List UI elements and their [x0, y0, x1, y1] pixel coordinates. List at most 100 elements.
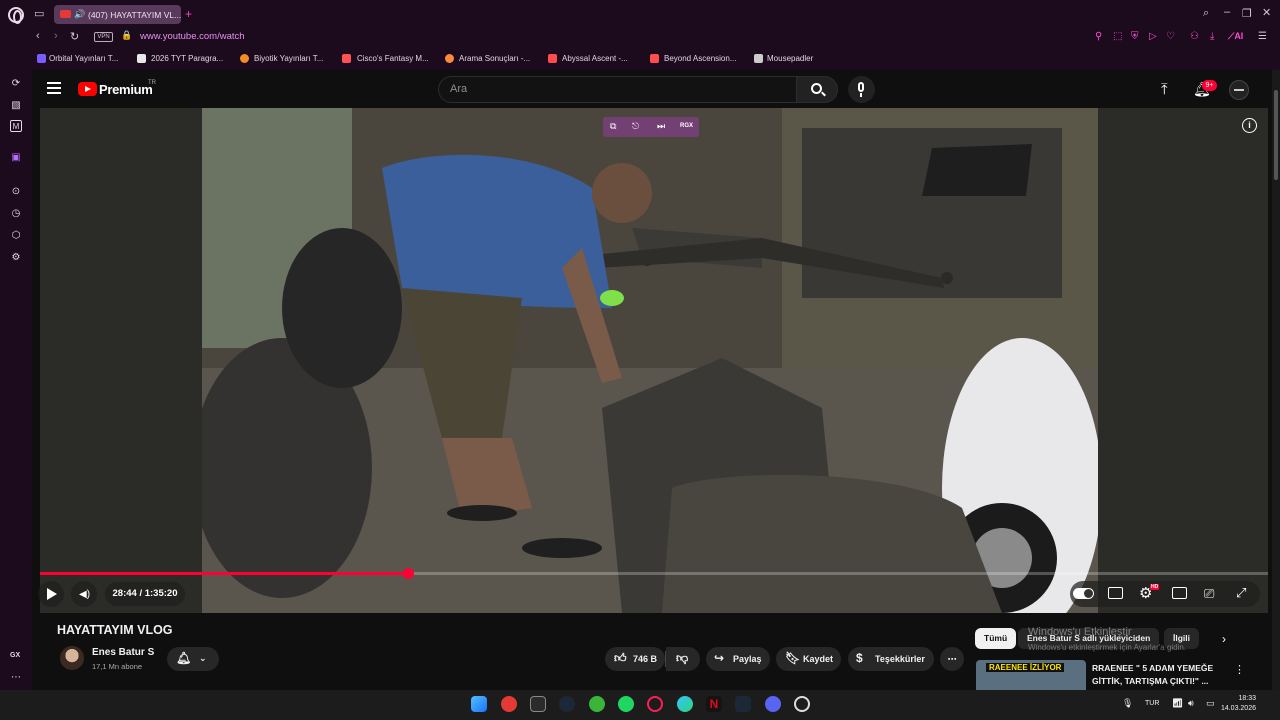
- pin-icon[interactable]: ⚲: [1095, 31, 1102, 42]
- maximize-button[interactable]: ❐: [1242, 7, 1252, 20]
- save-button[interactable]: 🔖︎ Kaydet: [776, 647, 841, 671]
- player-sidebar-icon[interactable]: ⊙: [10, 186, 22, 198]
- autoplay-toggle[interactable]: [1073, 588, 1094, 599]
- opera-gx-menu-icon[interactable]: [8, 7, 24, 24]
- channel-avatar[interactable]: [60, 646, 84, 670]
- xbox-icon[interactable]: [589, 696, 605, 712]
- reload-icon[interactable]: ↻: [70, 30, 79, 43]
- bookmark-item[interactable]: Mousepadler: [767, 54, 813, 63]
- gx-control-icon[interactable]: ⟳: [10, 78, 22, 90]
- fullscreen-icon[interactable]: ⤢: [1236, 585, 1246, 601]
- bookmark-item[interactable]: Cisco's Fantasy M...: [357, 54, 429, 63]
- snapshot-icon[interactable]: ⬚: [1113, 31, 1122, 42]
- microphone-icon: [858, 82, 864, 92]
- minimize-button[interactable]: –: [1224, 6, 1230, 18]
- scrollbar-thumb[interactable]: [1274, 90, 1278, 180]
- time-display: 28:44 / 1:35:20: [105, 582, 185, 606]
- speaker-icon[interactable]: 🔊: [74, 9, 85, 20]
- vpn-badge[interactable]: VPN: [94, 32, 113, 42]
- extensions-icon[interactable]: ⬡: [10, 230, 22, 242]
- bookmark-item[interactable]: 2026 TYT Paragra...: [151, 54, 223, 63]
- app-icon-red[interactable]: [501, 696, 517, 712]
- popout-icon[interactable]: ⧉: [610, 121, 616, 132]
- back-icon[interactable]: ‹: [36, 30, 40, 42]
- bookmark-item[interactable]: Arama Sonuçları -...: [459, 54, 530, 63]
- volume-tray-icon[interactable]: 🔊︎: [1188, 698, 1194, 709]
- spotify-icon[interactable]: [618, 696, 634, 712]
- gx-label: GX: [10, 652, 21, 659]
- avatar[interactable]: [1229, 80, 1249, 100]
- new-tab-button[interactable]: +: [185, 7, 192, 21]
- forward-icon[interactable]: ›: [54, 30, 58, 42]
- next-icon[interactable]: ⏭: [657, 121, 665, 132]
- heart-icon[interactable]: ♡: [1166, 31, 1175, 42]
- share-button[interactable]: ↪ Paylaş: [706, 647, 770, 671]
- steam-app-icon[interactable]: [735, 696, 751, 712]
- more-icon[interactable]: ⋯: [10, 672, 22, 684]
- taskbar-clock[interactable]: 18:33 14.03.2026: [1221, 694, 1256, 714]
- miniplayer-icon[interactable]: [1172, 587, 1187, 599]
- twitch-icon[interactable]: ▣: [10, 152, 22, 164]
- video-frame[interactable]: [202, 108, 1098, 613]
- search-button[interactable]: [796, 76, 838, 103]
- app-icon-circle[interactable]: [794, 696, 810, 712]
- netflix-icon[interactable]: N: [706, 696, 722, 712]
- history-icon[interactable]: ◷: [10, 208, 22, 220]
- search-tabs-icon[interactable]: ⌕: [1203, 7, 1209, 20]
- messenger-icon[interactable]: M: [10, 120, 22, 132]
- taskbar-mic-icon[interactable]: 🎙︎: [1122, 698, 1133, 709]
- player-icon[interactable]: ▷: [1149, 31, 1157, 42]
- bookmark-item[interactable]: Biyotik Yayınları T...: [254, 54, 323, 63]
- subscribed-bell-button[interactable]: 🔔︎ ⌄: [167, 647, 219, 671]
- voice-search-button[interactable]: [848, 76, 875, 103]
- upload-icon[interactable]: ⤒: [1161, 81, 1168, 98]
- close-window-button[interactable]: ✕: [1262, 6, 1271, 19]
- gx-corner-icon[interactable]: ▧: [10, 100, 22, 112]
- recommendation-thumbnail[interactable]: RAEENEE İZLİYOR: [976, 660, 1086, 690]
- battery-icon[interactable]: ▭: [1206, 698, 1215, 709]
- exit-icon[interactable]: ⎋: [632, 121, 639, 132]
- steam-icon[interactable]: [559, 696, 575, 712]
- play-button[interactable]: [38, 581, 64, 607]
- url-field[interactable]: www.youtube.com/watch: [140, 31, 245, 42]
- shield-icon[interactable]: ⛨: [1131, 31, 1139, 42]
- tab-switcher-icon[interactable]: ▭: [34, 7, 44, 20]
- search-input[interactable]: Ara: [438, 76, 797, 103]
- lock-icon[interactable]: 🔒: [121, 30, 132, 41]
- mute-button[interactable]: ◀): [71, 581, 97, 607]
- cast-icon[interactable]: ⎚: [1204, 586, 1214, 602]
- more-actions-button[interactable]: ⋯: [940, 647, 964, 671]
- opera-gx-taskbar-icon[interactable]: [647, 696, 663, 712]
- recommendation-title[interactable]: RRAENEE " 5 ADAM YEMEĞE GİTTİK, TARTIŞMA…: [1092, 662, 1222, 688]
- chip-all[interactable]: Tümü: [975, 628, 1017, 649]
- account-icon[interactable]: ⚇: [1190, 31, 1199, 42]
- bookmark-favicon-icon: [650, 54, 659, 63]
- bookmark-item[interactable]: Beyond Ascension...: [664, 54, 737, 63]
- rgx-badge[interactable]: RGX: [680, 123, 693, 129]
- thanks-button[interactable]: $ Teşekkürler: [848, 647, 934, 671]
- dislike-button[interactable]: 👎︎: [666, 647, 700, 671]
- recommendation-menu-icon[interactable]: ⋮: [1234, 663, 1245, 676]
- youtube-logo-icon[interactable]: [78, 82, 97, 96]
- edge-icon[interactable]: [677, 696, 693, 712]
- play-icon: [47, 588, 57, 600]
- hamburger-menu-icon[interactable]: [47, 82, 61, 94]
- download-icon[interactable]: ⤓: [1210, 31, 1214, 42]
- channel-name[interactable]: Enes Batur S: [92, 647, 154, 658]
- bookmark-item[interactable]: Abyssal Ascent -...: [562, 54, 628, 63]
- store-icon[interactable]: [530, 696, 546, 712]
- subtitles-icon[interactable]: [1108, 587, 1123, 599]
- aria-ai-button[interactable]: ⟋AI: [1228, 31, 1243, 42]
- language-indicator[interactable]: TUR: [1145, 700, 1159, 707]
- wifi-icon[interactable]: 📶︎: [1172, 698, 1183, 709]
- subscriber-count: 17,1 Mn abone: [92, 662, 143, 671]
- easy-setup-icon[interactable]: ☰: [1258, 31, 1267, 42]
- chevron-right-icon[interactable]: ›: [1222, 632, 1226, 646]
- like-button[interactable]: 👍︎ 746 B: [605, 647, 665, 671]
- discord-icon[interactable]: [765, 696, 781, 712]
- settings-icon[interactable]: ⚙: [10, 252, 22, 264]
- info-icon[interactable]: i: [1242, 118, 1257, 133]
- bookmark-item[interactable]: Orbital Yayınları T...: [49, 54, 118, 63]
- windows-start-icon[interactable]: [471, 696, 487, 712]
- youtube-premium-logo[interactable]: Premium: [99, 82, 153, 97]
